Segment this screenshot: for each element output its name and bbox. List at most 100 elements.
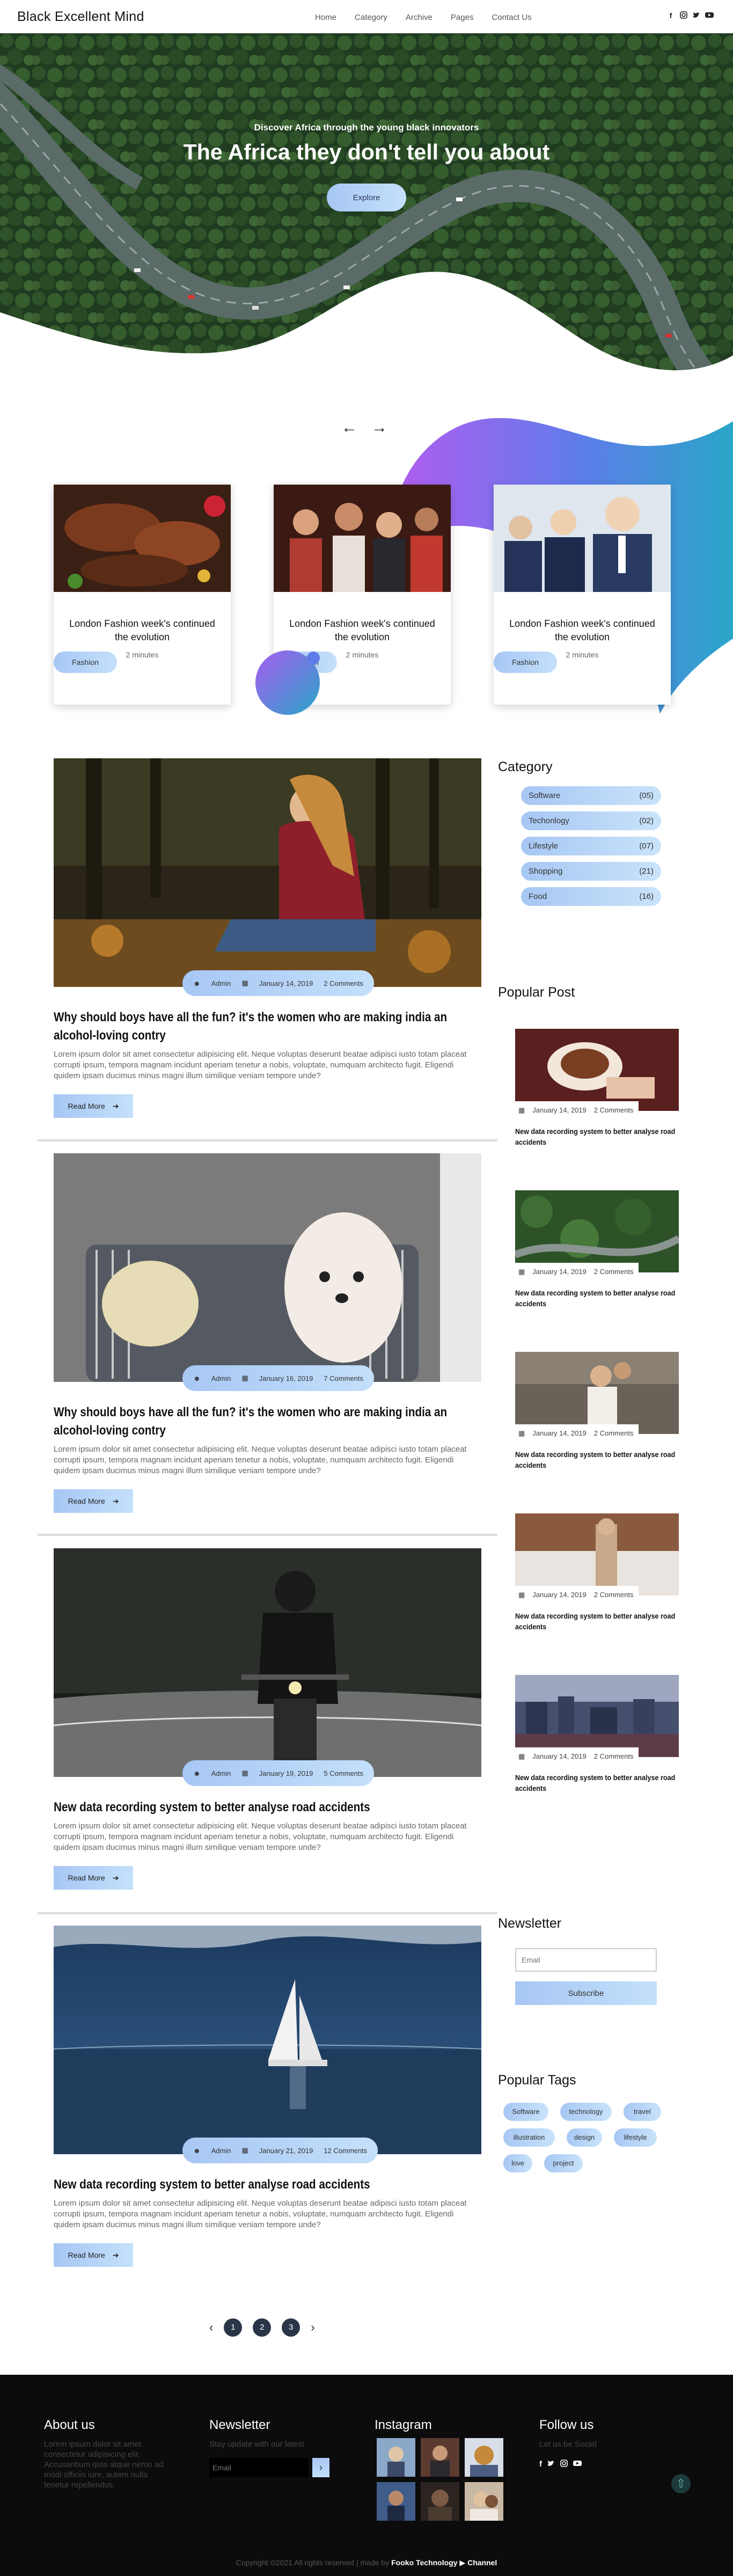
category-item[interactable]: Food (16): [521, 887, 661, 906]
twitter-icon[interactable]: [692, 11, 701, 20]
youtube-icon[interactable]: [573, 2460, 582, 2469]
featured-card[interactable]: London Fashion week's continued the evol…: [494, 485, 671, 705]
author-icon: ☻: [193, 2146, 201, 2155]
popular-post[interactable]: ▦ January 14, 2019 2 Comments New data rec…: [515, 1513, 679, 1632]
facebook-icon[interactable]: f: [666, 11, 675, 20]
slider-prev-arrow-icon[interactable]: ←: [341, 419, 357, 437]
pagination: ‹ 1 2 3 ›: [209, 2318, 315, 2337]
pagination-page[interactable]: 1: [224, 2318, 243, 2337]
blog-post-image-wrapper: ☻ Admin ▦ January 19, 2019 5 Comments: [53, 1548, 482, 1786]
category-count: (16): [639, 892, 654, 901]
youtube-icon: ▶: [459, 2558, 466, 2567]
calendar-icon: ▦: [518, 1429, 525, 1437]
post-comments[interactable]: 12 Comments: [324, 2147, 367, 2155]
back-to-top-arrow-icon[interactable]: ⇧: [671, 2474, 691, 2493]
copyright-brand[interactable]: Fooko Technology: [391, 2558, 457, 2567]
tag-pill[interactable]: illustration: [503, 2128, 555, 2147]
tag-pill[interactable]: lifestyle: [614, 2128, 657, 2147]
calendar-icon: ▦: [518, 1752, 525, 1760]
tag-pill[interactable]: project: [544, 2154, 583, 2172]
popular-post-meta: ▦ January 14, 2019 2 Comments: [515, 1424, 639, 1442]
author-icon: ☻: [193, 1769, 201, 1777]
pagination-page[interactable]: 3: [282, 2318, 300, 2337]
category-item[interactable]: Lifestyle (07): [521, 837, 661, 855]
instagram-thumbnail[interactable]: [465, 2482, 503, 2521]
footer-email-input[interactable]: [209, 2458, 309, 2477]
post-title[interactable]: Why should boys have all the fun? it's t…: [54, 1008, 469, 1045]
popular-post-image: [515, 1675, 679, 1757]
popular-post-date: January 14, 2019: [532, 1268, 587, 1276]
post-author[interactable]: Admin: [211, 2147, 231, 2155]
category-count: (07): [639, 841, 654, 851]
pagination-next-icon[interactable]: ›: [311, 2321, 314, 2334]
tag-pill[interactable]: travel: [624, 2103, 661, 2121]
read-more-button[interactable]: Read More ➔: [54, 1866, 133, 1890]
read-more-button[interactable]: Read More ➔: [54, 2243, 133, 2267]
featured-card[interactable]: London Fashion week's continued the evol…: [54, 485, 231, 705]
post-comments[interactable]: 7 Comments: [324, 1374, 363, 1382]
featured-card-tag[interactable]: Fashion: [54, 652, 117, 673]
facebook-icon[interactable]: f: [539, 2460, 542, 2469]
nav-home-link[interactable]: Home: [315, 13, 336, 22]
nav-archive-link[interactable]: Archive: [406, 13, 433, 22]
tag-pill[interactable]: love: [503, 2154, 532, 2172]
popular-post-title[interactable]: New data recording system to better anal…: [515, 1287, 677, 1309]
site-brand[interactable]: Black Excellent Mind: [17, 9, 144, 25]
youtube-icon[interactable]: [705, 11, 714, 20]
popular-post[interactable]: ▦ January 14, 2019 2 Comments New data rec…: [515, 1352, 679, 1470]
tag-pill[interactable]: Software: [503, 2103, 548, 2121]
read-more-button[interactable]: Read More ➔: [54, 1094, 133, 1118]
popular-post-comments: 2 Comments: [593, 1106, 634, 1114]
pagination-prev-icon[interactable]: ‹: [209, 2321, 213, 2334]
popular-post[interactable]: ▦ January 14, 2019 2 Comments New data rec…: [515, 1029, 679, 1147]
popular-post-title[interactable]: New data recording system to better anal…: [515, 1126, 677, 1147]
post-comments[interactable]: 5 Comments: [324, 1769, 363, 1777]
post-author[interactable]: Admin: [211, 979, 231, 987]
footer-send-button[interactable]: ›: [312, 2458, 329, 2477]
arrow-right-icon: ➔: [112, 2250, 119, 2259]
instagram-icon[interactable]: [679, 11, 688, 20]
slider-next-arrow-icon[interactable]: →: [371, 419, 387, 437]
post-excerpt: Lorem ipsum dolor sit amet consectetur a…: [54, 1445, 467, 1475]
category-item[interactable]: Techonlogy (02): [521, 811, 661, 830]
popular-post-date: January 14, 2019: [532, 1429, 587, 1437]
featured-card-title: London Fashion week's continued the evol…: [69, 618, 215, 642]
popular-post-comments: 2 Comments: [593, 1591, 634, 1599]
popular-post-title[interactable]: New data recording system to better anal…: [515, 1449, 677, 1470]
category-item[interactable]: Software (05): [521, 786, 661, 805]
instagram-thumbnail[interactable]: [377, 2482, 415, 2521]
nav-contact-link[interactable]: Contact Us: [492, 13, 531, 22]
featured-card-image: [274, 485, 451, 592]
tag-pill[interactable]: design: [567, 2128, 602, 2147]
post-title[interactable]: Why should boys have all the fun? it's t…: [54, 1403, 469, 1440]
featured-card-tag[interactable]: Fashion: [494, 652, 557, 673]
category-item[interactable]: Shopping (21): [521, 862, 661, 881]
read-more-button[interactable]: Read More ➔: [54, 1489, 133, 1513]
popular-post[interactable]: ▦ January 14, 2019 2 Comments New data rec…: [514, 1190, 681, 1309]
explore-button[interactable]: Explore: [327, 184, 406, 211]
twitter-icon[interactable]: [547, 2460, 555, 2469]
nav-pages-link[interactable]: Pages: [451, 13, 474, 22]
instagram-thumbnail[interactable]: [377, 2438, 415, 2477]
copyright: Copyright ©2021 All rights reserved | ma…: [0, 2558, 733, 2567]
subscribe-button[interactable]: Subscribe: [515, 1981, 657, 2005]
popular-post-title[interactable]: New data recording system to better anal…: [515, 1611, 677, 1632]
post-meta: ☻ Admin ▦ January 14, 2019 2 Comments: [182, 970, 375, 996]
instagram-thumbnail[interactable]: [465, 2438, 503, 2477]
nav-category-link[interactable]: Category: [355, 13, 387, 22]
post-title[interactable]: New data recording system to better anal…: [54, 2176, 469, 2194]
instagram-thumbnail[interactable]: [421, 2482, 459, 2521]
instagram-icon[interactable]: [560, 2460, 568, 2469]
instagram-thumbnail[interactable]: [421, 2438, 459, 2477]
tag-pill[interactable]: technology: [560, 2103, 612, 2121]
popular-post-title[interactable]: New data recording system to better anal…: [515, 1772, 677, 1794]
post-author[interactable]: Admin: [211, 1374, 231, 1382]
footer-newsletter-heading: Newsletter: [209, 2418, 270, 2432]
post-author[interactable]: Admin: [211, 1769, 231, 1777]
newsletter-email-input[interactable]: [515, 1948, 657, 1972]
popular-post[interactable]: ▦ January 14, 2019 2 Comments New data rec…: [515, 1675, 679, 1794]
pagination-page[interactable]: 2: [253, 2318, 272, 2337]
post-title[interactable]: New data recording system to better anal…: [54, 1798, 469, 1817]
post-comments[interactable]: 2 Comments: [324, 979, 363, 987]
arrow-right-icon: ➔: [112, 1873, 119, 1882]
